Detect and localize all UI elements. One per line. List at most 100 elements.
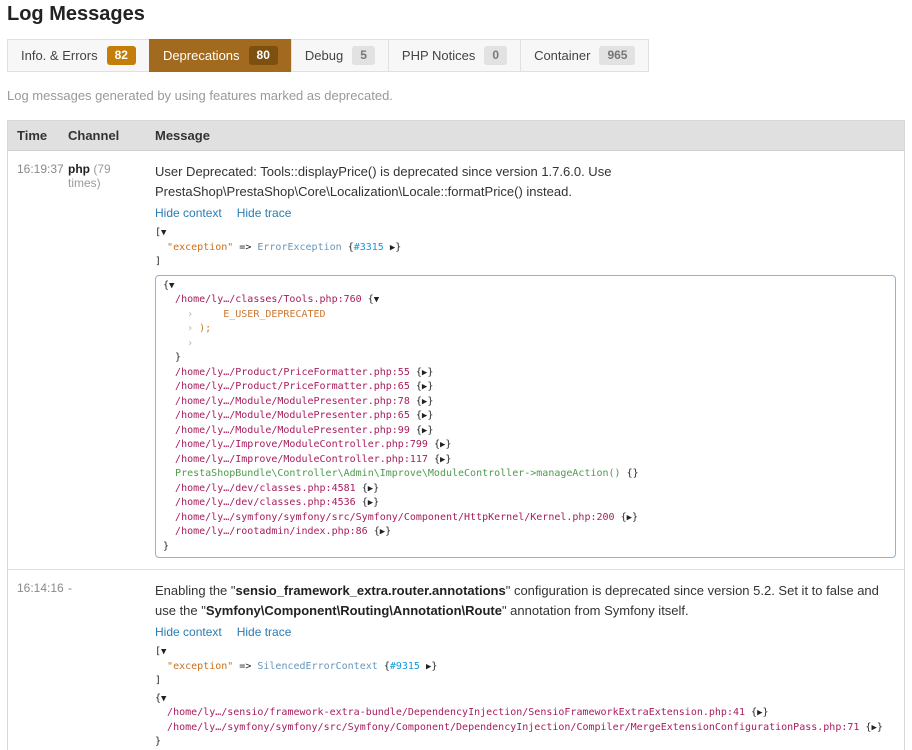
dump-toggle-arrow-icon[interactable]: ▼ bbox=[169, 281, 174, 291]
log-message-cell: User Deprecated: Tools::displayPrice() i… bbox=[147, 160, 904, 558]
dump-token-p: { bbox=[410, 381, 422, 392]
dump-token-path: /home/ly…/Module/ModulePresenter.php:65 bbox=[175, 410, 410, 421]
tab-php-notices[interactable]: PHP Notices0 bbox=[388, 39, 521, 72]
dump-toggle-arrow-icon[interactable]: ▼ bbox=[161, 694, 166, 704]
dump-token-p: ] bbox=[155, 675, 161, 686]
dump-token-p: } bbox=[385, 526, 391, 537]
dump-token-p bbox=[163, 512, 175, 523]
tab-label: Debug bbox=[305, 48, 343, 63]
tab-debug[interactable]: Debug5 bbox=[291, 39, 389, 72]
dump-token-note: ErrorException bbox=[257, 242, 341, 253]
hide-trace-link[interactable]: Hide trace bbox=[237, 625, 292, 639]
dump-token-p: { bbox=[362, 294, 374, 305]
table-header-row: TimeChannelMessage bbox=[8, 121, 904, 151]
tab-label: PHP Notices bbox=[402, 48, 475, 63]
dump-token-path: /home/ly…/dev/classes.php:4536 bbox=[175, 497, 356, 508]
dump-token-p: } bbox=[427, 396, 433, 407]
dump-token-code: ); bbox=[193, 323, 211, 334]
dump-toggle-arrow-icon[interactable]: ▼ bbox=[374, 295, 379, 305]
dump-token-p: } bbox=[427, 381, 433, 392]
dump-token-code: E_USER_DEPRECATED bbox=[193, 309, 325, 320]
dump-token-path: /home/ly…/sensio/framework-extra-bundle/… bbox=[167, 707, 745, 718]
dump-token-p bbox=[163, 425, 175, 436]
hide-context-link[interactable]: Hide context bbox=[155, 206, 222, 220]
dump-token-path: /home/ly…/Module/ModulePresenter.php:99 bbox=[175, 425, 410, 436]
tab-bar: Info. & Errors82Deprecations80Debug5PHP … bbox=[7, 39, 905, 72]
tab-info-errors[interactable]: Info. & Errors 82 bbox=[7, 39, 150, 72]
dump-token-path: /home/ly…/Module/ModulePresenter.php:78 bbox=[175, 396, 410, 407]
dump-token-p: } bbox=[163, 352, 181, 363]
dump-token-p: { bbox=[410, 410, 422, 421]
dump-toggle-arrow-icon[interactable]: ▼ bbox=[161, 647, 166, 657]
tab-label: Info. & Errors bbox=[21, 48, 98, 63]
dump-token-key: "exception" bbox=[167, 661, 233, 672]
dump-token-p bbox=[163, 367, 175, 378]
dump-token-p: ] bbox=[155, 256, 161, 267]
dump-token-p: { bbox=[410, 425, 422, 436]
dump-token-p: } bbox=[373, 483, 379, 494]
column-header-channel: Channel bbox=[60, 121, 147, 150]
dump-token-path: /home/ly…/Product/PriceFormatter.php:65 bbox=[175, 381, 410, 392]
dump-token-p: => bbox=[233, 661, 257, 672]
dump-token-p bbox=[163, 396, 175, 407]
context-dump: [▼ "exception" => ErrorException {#3315 … bbox=[155, 226, 896, 270]
dump-token-p: {} bbox=[621, 468, 639, 479]
page-subtitle: Log messages generated by using features… bbox=[7, 88, 905, 103]
tab-label: Deprecations bbox=[163, 48, 240, 63]
dump-token-key: "exception" bbox=[167, 242, 233, 253]
channel-name: php bbox=[68, 162, 90, 176]
column-header-message: Message bbox=[147, 121, 904, 150]
profiler-log-page: Log Messages Info. & Errors82Deprecation… bbox=[0, 0, 912, 750]
dump-token-p bbox=[163, 338, 187, 349]
dump-token-p: { bbox=[745, 707, 757, 718]
dump-token-path: /home/ly…/symfony/symfony/src/Symfony/Co… bbox=[167, 722, 859, 733]
log-row: 16:19:37php (79 times)User Deprecated: T… bbox=[8, 151, 904, 569]
dump-token-p bbox=[163, 309, 187, 320]
context-dump: [▼ "exception" => SilencedErrorContext {… bbox=[155, 645, 896, 689]
dump-token-p: } bbox=[427, 367, 433, 378]
hide-trace-link[interactable]: Hide trace bbox=[237, 206, 292, 220]
dump-toggle-arrow-icon[interactable]: ▼ bbox=[161, 228, 166, 238]
dump-token-p: } bbox=[163, 541, 169, 552]
message-segment: Enabling the " bbox=[155, 583, 236, 598]
dump-token-p: } bbox=[155, 736, 161, 747]
dump-token-p: { bbox=[342, 242, 354, 253]
trace-dump: {▼ /home/ly…/classes/Tools.php:760 {▼ › … bbox=[155, 275, 896, 559]
dump-token-p: } bbox=[877, 722, 883, 733]
tab-count-badge: 82 bbox=[107, 46, 136, 64]
dump-token-path: /home/ly…/Product/PriceFormatter.php:55 bbox=[175, 367, 410, 378]
tab-count-badge: 965 bbox=[599, 46, 635, 64]
dump-token-p: { bbox=[428, 454, 440, 465]
dump-token-p: { bbox=[368, 526, 380, 537]
dump-token-str: PrestaShopBundle\Controller\Admin\Improv… bbox=[175, 468, 621, 479]
dump-token-p bbox=[163, 439, 175, 450]
dump-token-p: => bbox=[233, 242, 257, 253]
dump-token-p bbox=[163, 468, 175, 479]
dump-token-p: } bbox=[632, 512, 638, 523]
message-segment: Symfony\Component\Routing\Annotation\Rou… bbox=[206, 603, 502, 618]
dump-token-p bbox=[163, 294, 175, 305]
dump-token-path: /home/ly…/symfony/symfony/src/Symfony/Co… bbox=[175, 512, 615, 523]
dump-token-p bbox=[163, 526, 175, 537]
dump-token-p bbox=[155, 242, 167, 253]
log-table: TimeChannelMessage 16:19:37php (79 times… bbox=[7, 120, 905, 750]
dump-token-p: } bbox=[445, 454, 451, 465]
dump-token-path: /home/ly…/classes/Tools.php:760 bbox=[175, 294, 362, 305]
log-message-text: User Deprecated: Tools::displayPrice() i… bbox=[155, 162, 896, 201]
tab-container[interactable]: Container965 bbox=[520, 39, 649, 72]
dump-token-p: } bbox=[445, 439, 451, 450]
log-row: 16:14:16-Enabling the "sensio_framework_… bbox=[8, 569, 904, 750]
trace-dump: { ▼ /home/ly…/sensio/framework-extra-bund… bbox=[155, 692, 896, 750]
hide-context-link[interactable]: Hide context bbox=[155, 625, 222, 639]
log-channel: - bbox=[60, 579, 147, 750]
dump-token-ref: #9315 bbox=[390, 661, 420, 672]
dump-token-ref: #3315 bbox=[354, 242, 384, 253]
dump-token-p: { bbox=[615, 512, 627, 523]
dump-token-p: } bbox=[427, 425, 433, 436]
tab-deprecations[interactable]: Deprecations80 bbox=[149, 39, 292, 72]
dump-token-p: } bbox=[395, 242, 401, 253]
dump-token-p: } bbox=[762, 707, 768, 718]
log-time: 16:19:37 bbox=[8, 160, 60, 558]
message-links: Hide context Hide trace bbox=[155, 623, 896, 641]
dump-token-p: { bbox=[356, 483, 368, 494]
